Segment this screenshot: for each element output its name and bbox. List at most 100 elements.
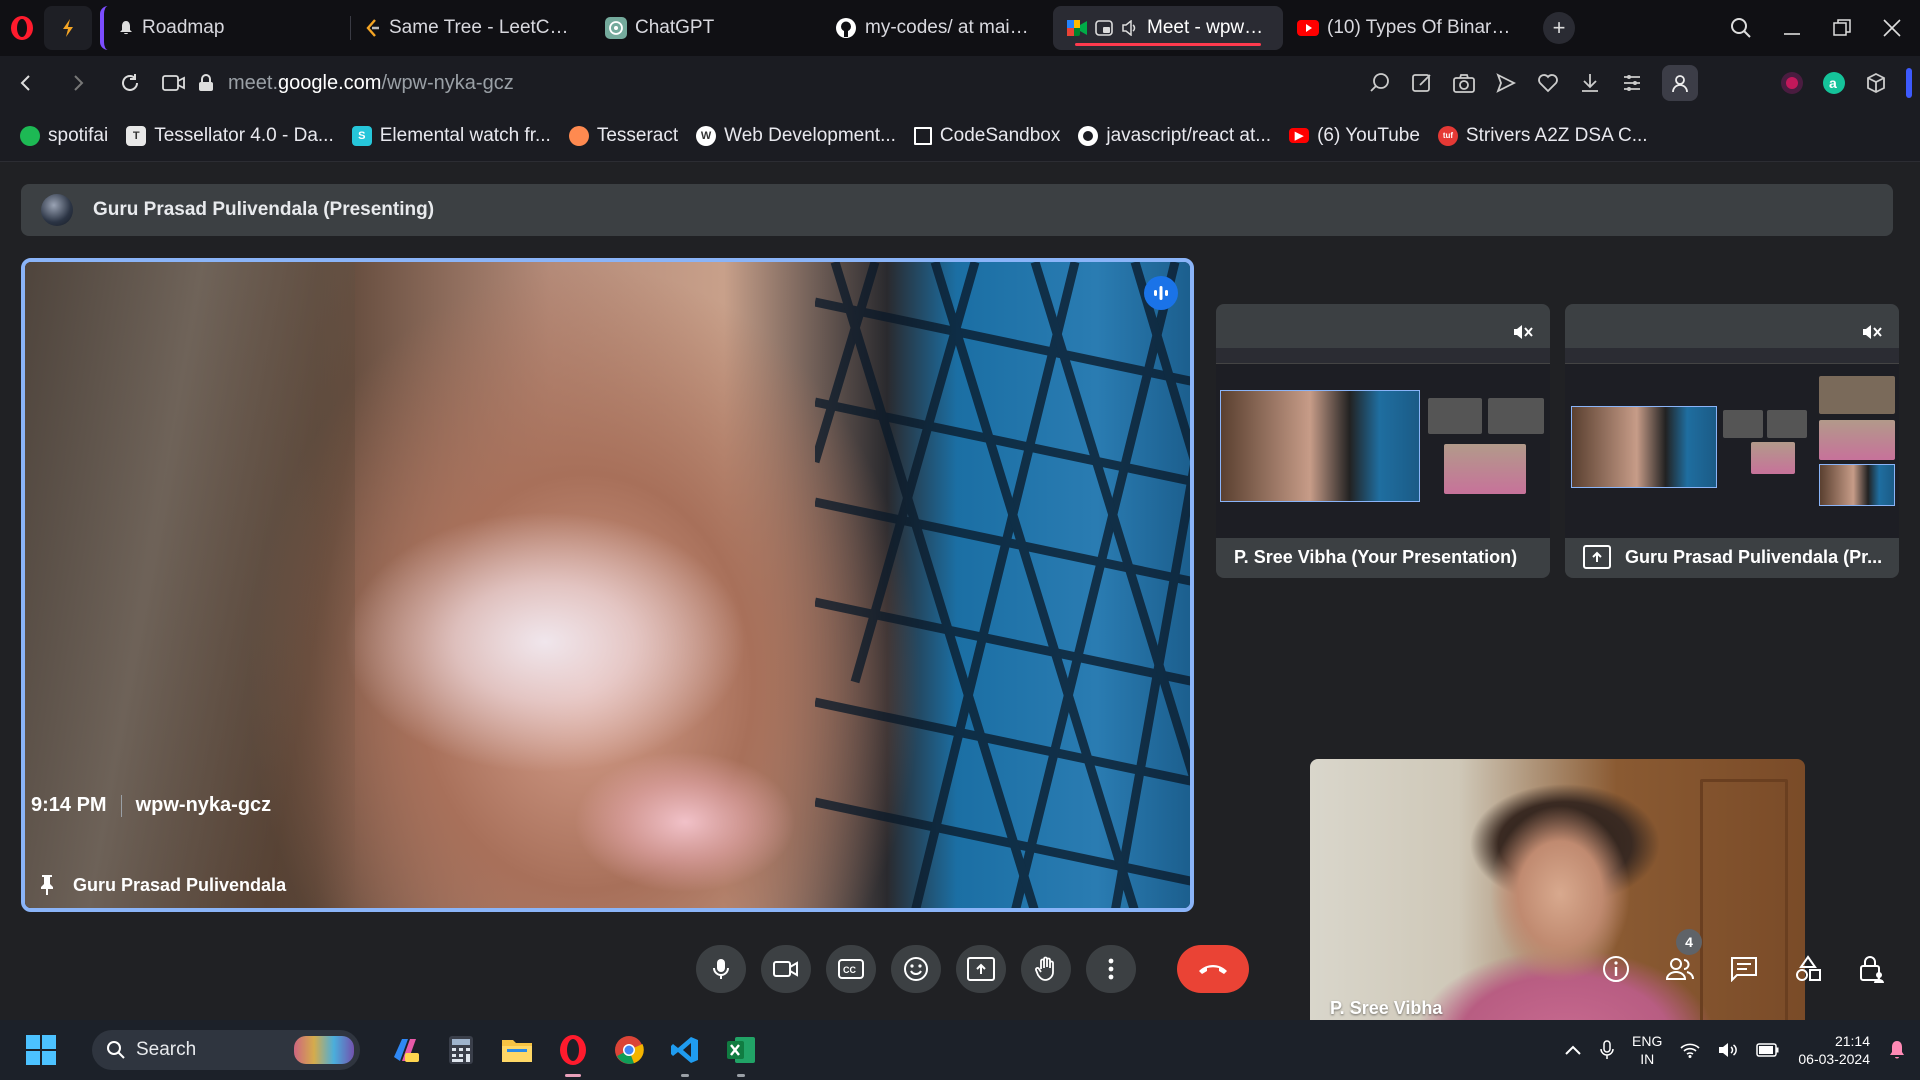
hand-icon [1035, 956, 1054, 981]
preview-camera [1751, 442, 1795, 474]
bookmark-elemental[interactable]: S Elemental watch fr... [351, 124, 551, 147]
page-search-icon[interactable] [1368, 71, 1392, 95]
present-now-button[interactable] [956, 945, 1006, 993]
tab-meet[interactable]: Meet - wpw-nyka [1053, 6, 1283, 50]
excel-icon[interactable] [724, 1033, 758, 1077]
bookmark-spotifai[interactable]: spotifai [20, 125, 108, 147]
restore-icon[interactable] [1832, 18, 1852, 38]
close-window-icon[interactable] [1882, 18, 1902, 38]
window-controls [1730, 0, 1920, 56]
chat-button[interactable] [1726, 945, 1762, 993]
bookmark-label: Elemental watch fr... [379, 124, 551, 146]
thumbnail-your-presentation[interactable]: P. Sree Vibha (Your Presentation) [1216, 304, 1550, 578]
preview-toolbar [1565, 348, 1899, 364]
picture-in-picture-icon[interactable] [1095, 20, 1113, 36]
bookmark-codesandbox[interactable]: CodeSandbox [913, 125, 1060, 147]
vscode-icon[interactable] [668, 1033, 702, 1077]
tab-label: my-codes/ at main · Sre [865, 17, 1039, 38]
opera-taskbar-icon[interactable] [556, 1033, 590, 1077]
lock-person-icon [1860, 956, 1884, 983]
main-tile-name: Guru Prasad Pulivendala [39, 874, 286, 896]
sidebar-toggle-icon[interactable] [44, 6, 92, 50]
preview-main-video [1220, 390, 1420, 502]
region-code: IN [1640, 1051, 1655, 1067]
reload-icon [122, 74, 138, 91]
camera-button[interactable] [761, 945, 811, 993]
new-tab-button[interactable]: + [1543, 12, 1575, 44]
participant-count-badge: 4 [1676, 929, 1702, 955]
self-name: P. Sree Vibha [1330, 998, 1443, 1018]
tab-chatgpt[interactable]: ChatGPT [591, 6, 821, 50]
copilot-icon[interactable] [388, 1033, 422, 1067]
reactions-button[interactable] [891, 945, 941, 993]
tab-youtube[interactable]: (10) Types Of Binary Tre [1283, 6, 1533, 50]
leave-call-button[interactable] [1177, 945, 1249, 993]
codesandbox-icon [913, 126, 932, 145]
chevron-up-icon[interactable] [1564, 1044, 1582, 1056]
self-video-tile[interactable]: P. Sree Vibha [1310, 759, 1805, 1037]
raise-hand-button[interactable] [1021, 945, 1071, 993]
volume-icon[interactable] [1718, 1042, 1738, 1058]
download-icon[interactable] [1578, 71, 1602, 95]
taskbar-clock[interactable]: 21:14 06-03-2024 [1798, 1032, 1870, 1068]
tab-github[interactable]: my-codes/ at main · Sre [821, 6, 1053, 50]
edit-icon[interactable] [1410, 71, 1434, 95]
snapshot-camera-icon[interactable] [1452, 71, 1476, 95]
calculator-icon[interactable] [444, 1033, 478, 1067]
url-path: /wpw-nyka-gcz [381, 71, 514, 94]
battery-icon[interactable] [1756, 1043, 1780, 1057]
speaking-indicator-icon [1144, 276, 1178, 310]
bookmark-tessellator[interactable]: T Tessellator 4.0 - Da... [126, 125, 334, 147]
host-controls-button[interactable] [1854, 945, 1890, 993]
reload-button[interactable] [104, 56, 156, 110]
bookmark-strivers[interactable]: tuf Strivers A2Z DSA C... [1437, 125, 1648, 147]
leetcode-icon [365, 19, 381, 37]
opera-logo-icon[interactable] [0, 0, 44, 56]
back-button[interactable] [0, 56, 52, 110]
notification-bell-icon[interactable] [1888, 1040, 1906, 1060]
heart-icon[interactable] [1536, 71, 1560, 95]
tab-leetcode[interactable]: Same Tree - LeetCode [351, 6, 591, 50]
windows-start-icon[interactable] [20, 1029, 62, 1071]
speaker-icon[interactable] [1121, 20, 1139, 36]
tab-search-icon[interactable] [1730, 17, 1752, 39]
minimize-icon[interactable] [1782, 18, 1802, 38]
pin-icon[interactable] [39, 874, 55, 896]
grammarly-icon[interactable]: a [1822, 71, 1846, 95]
bookmark-web-development[interactable]: W Web Development... [696, 125, 896, 147]
hang-up-icon [1199, 965, 1227, 974]
file-explorer-icon[interactable] [500, 1033, 534, 1067]
input-language[interactable]: ENG IN [1632, 1032, 1662, 1068]
camera-permission-icon[interactable] [162, 74, 186, 92]
bookmark-tesseract[interactable]: Tesseract [568, 125, 678, 147]
activities-button[interactable] [1790, 945, 1826, 993]
more-options-button[interactable] [1086, 945, 1136, 993]
mic-in-use-icon[interactable] [1600, 1040, 1614, 1060]
bookmark-label: Web Development... [724, 124, 896, 146]
thumbnail-guru-presentation[interactable]: Guru Prasad Pulivendala (Pr... [1565, 304, 1899, 578]
call-controls: CC [696, 945, 1249, 993]
captions-button[interactable]: CC [826, 945, 876, 993]
bookmark-label: (6) YouTube [1317, 124, 1420, 146]
extension-avatar-icon[interactable] [1780, 71, 1804, 95]
tab-roadmap[interactable]: Roadmap [100, 6, 350, 50]
send-icon[interactable] [1494, 71, 1518, 95]
youtube-icon: ▶ [1289, 128, 1310, 143]
bookmark-youtube[interactable]: ▶ (6) YouTube [1289, 125, 1420, 147]
meeting-details-button[interactable] [1598, 945, 1634, 993]
microphone-button[interactable] [696, 945, 746, 993]
url-text[interactable]: meet.google.com/wpw-nyka-gcz [228, 72, 514, 95]
wifi-icon[interactable] [1680, 1042, 1700, 1058]
profile-button[interactable] [1662, 65, 1698, 101]
forward-arrow-icon [74, 75, 84, 91]
bookmark-label: javascript/react at... [1106, 124, 1272, 146]
lock-icon[interactable] [198, 74, 214, 92]
forward-button[interactable] [52, 56, 104, 110]
people-button[interactable]: 4 [1662, 929, 1702, 993]
bookmark-javascript-react[interactable]: javascript/react at... [1078, 125, 1271, 147]
tab-label: Roadmap [142, 17, 225, 38]
easy-setup-icon[interactable] [1620, 71, 1644, 95]
chrome-icon[interactable] [612, 1033, 646, 1067]
extensions-cube-icon[interactable] [1864, 71, 1888, 95]
taskbar-search[interactable]: Search [92, 1030, 360, 1070]
